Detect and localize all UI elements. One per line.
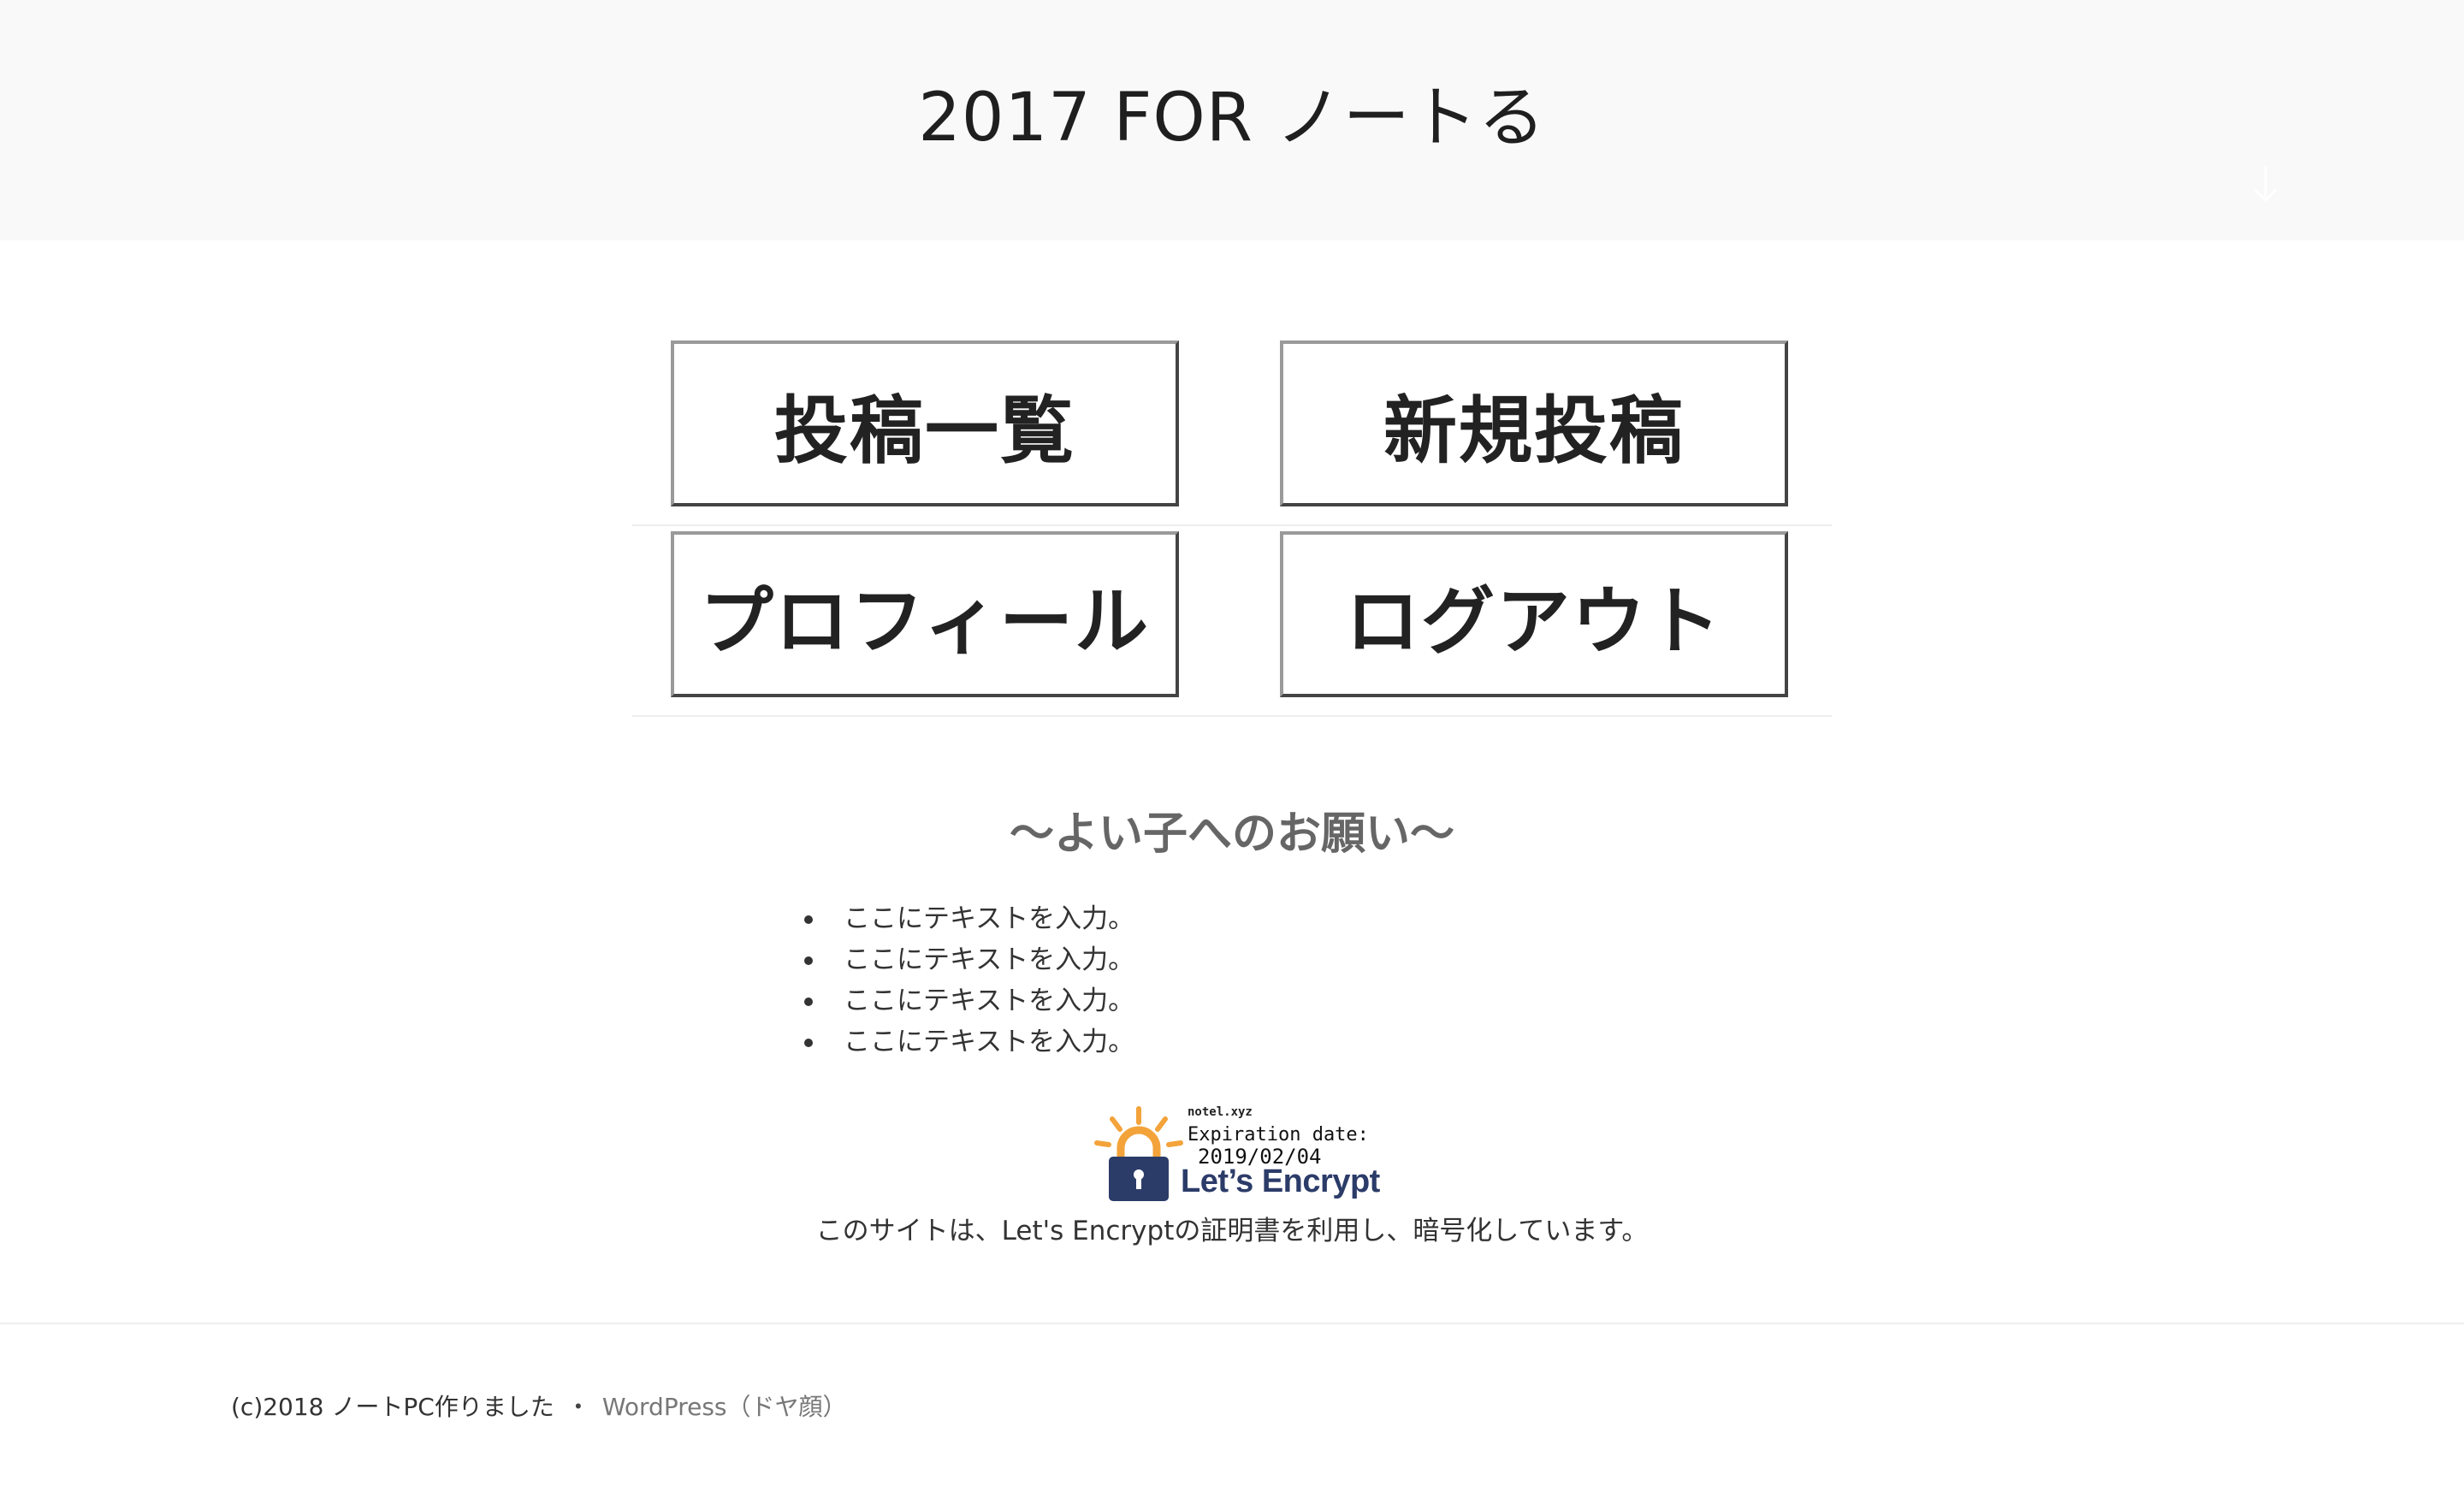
list-item: ここにテキストを入力。: [803, 980, 1134, 1021]
site-footer: (c)2018 ノートPC作りました・ WordPress（ドヤ顔）: [231, 1387, 847, 1428]
lets-encrypt-wordmark: Let’s Encrypt: [1181, 1163, 1380, 1199]
wordpress-link[interactable]: WordPress（ドヤ顔）: [602, 1393, 847, 1421]
menu-table: 投稿一覧 新規投稿 プロフィール ログアウト: [632, 335, 1832, 717]
padlock-icon: [1094, 1106, 1183, 1201]
menu-row: プロフィール ログアウト: [632, 526, 1832, 717]
ssl-domain: notel.xyz: [1188, 1105, 1253, 1119]
menu-row: 投稿一覧 新規投稿: [632, 335, 1832, 526]
ssl-expiration-label: Expiration date:: [1188, 1124, 1369, 1146]
site-header: 2017 FOR ノートる: [0, 0, 2464, 240]
request-heading: 〜よい子へのお願い〜: [1009, 808, 1454, 860]
post-list-button[interactable]: 投稿一覧: [671, 340, 1179, 506]
site-title[interactable]: 2017 FOR ノートる: [0, 75, 2464, 161]
list-item: ここにテキストを入力。: [803, 939, 1134, 980]
list-item: ここにテキストを入力。: [803, 1021, 1134, 1063]
request-list: ここにテキストを入力。 ここにテキストを入力。 ここにテキストを入力。 ここにテ…: [803, 898, 1134, 1063]
list-item: ここにテキストを入力。: [803, 898, 1134, 939]
footer-divider: [0, 1323, 2464, 1324]
ssl-badge[interactable]: notel.xyz Expiration date: 2019/02/04 Le…: [1092, 1104, 1383, 1205]
ssl-note: このサイトは、Let's Encryptの証明書を利用し、暗号化しています。: [815, 1216, 1649, 1246]
arrow-down-icon[interactable]: [2248, 163, 2283, 205]
footer-copyright: (c)2018 ノートPC作りました: [231, 1393, 554, 1421]
profile-button[interactable]: プロフィール: [671, 531, 1179, 697]
footer-separator: ・: [566, 1393, 590, 1421]
logout-button[interactable]: ログアウト: [1280, 531, 1788, 697]
new-post-button[interactable]: 新規投稿: [1280, 340, 1788, 506]
